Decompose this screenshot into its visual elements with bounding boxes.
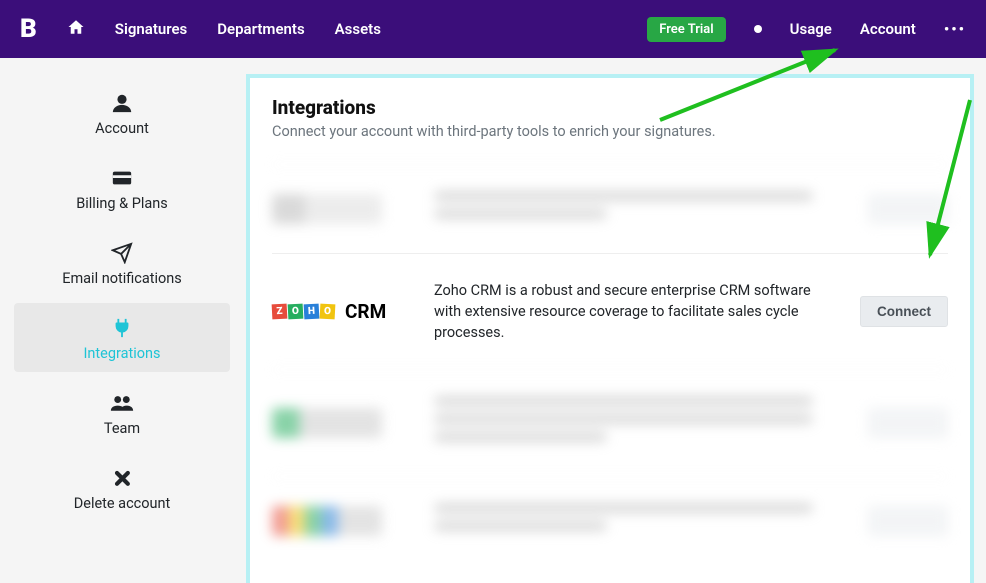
placeholder-logo xyxy=(272,194,382,224)
placeholder-button xyxy=(868,506,948,536)
more-menu-icon[interactable]: ••• xyxy=(944,20,966,38)
content-area: Integrations Connect your account with t… xyxy=(244,58,986,562)
sidebar-item-account[interactable]: Account xyxy=(14,78,230,147)
sidebar-item-team[interactable]: Team xyxy=(14,378,230,447)
status-dot-icon xyxy=(754,25,762,33)
sidebar-item-integrations[interactable]: Integrations xyxy=(14,303,230,372)
user-icon xyxy=(111,90,133,116)
sidebar-item-label: Email notifications xyxy=(62,270,182,287)
nav-departments[interactable]: Departments xyxy=(217,20,304,38)
placeholder-line xyxy=(434,503,813,513)
page-subtitle: Connect your account with third-party to… xyxy=(272,123,948,140)
app-logo: B xyxy=(20,14,37,44)
placeholder-button xyxy=(868,194,948,224)
placeholder-line xyxy=(434,396,813,406)
nav-left-group: Signatures Departments Assets xyxy=(67,18,381,40)
connect-button[interactable]: Connect xyxy=(860,296,948,327)
home-icon[interactable] xyxy=(67,18,85,40)
placeholder-line xyxy=(434,191,813,201)
sidebar-item-label: Team xyxy=(104,420,140,437)
integration-row-zoho: ZOHO CRM Zoho CRM is a robust and secure… xyxy=(272,253,948,369)
placeholder-line xyxy=(434,432,607,442)
nav-assets[interactable]: Assets xyxy=(335,20,381,38)
integration-row-blurred xyxy=(272,369,948,476)
placeholder-button xyxy=(868,408,948,438)
integration-row-blurred xyxy=(272,476,948,565)
placeholder-logo xyxy=(272,506,382,536)
top-navbar: B Signatures Departments Assets Free Tri… xyxy=(0,0,986,58)
nav-signatures[interactable]: Signatures xyxy=(115,20,187,38)
integrations-list: ZOHO CRM Zoho CRM is a robust and secure… xyxy=(272,164,948,565)
paper-plane-icon xyxy=(111,240,133,266)
nav-account[interactable]: Account xyxy=(860,20,916,38)
credit-card-icon xyxy=(111,165,133,191)
zoho-logo-block: ZOHO CRM xyxy=(272,300,412,323)
placeholder-line xyxy=(434,521,607,531)
close-icon xyxy=(112,465,132,491)
nav-right-group: Free Trial Usage Account ••• xyxy=(647,17,966,42)
sidebar-item-label: Account xyxy=(95,120,149,137)
settings-sidebar: Account Billing & Plans Email notificati… xyxy=(0,58,244,562)
nav-usage[interactable]: Usage xyxy=(790,20,832,38)
sidebar-item-label: Billing & Plans xyxy=(76,195,168,212)
placeholder-logo xyxy=(272,408,382,438)
placeholder-line xyxy=(434,414,813,424)
sidebar-item-label: Delete account xyxy=(74,495,171,512)
plug-icon xyxy=(111,315,133,341)
sidebar-item-label: Integrations xyxy=(83,345,160,362)
sidebar-item-delete-account[interactable]: Delete account xyxy=(14,453,230,522)
zoho-icon: ZOHO xyxy=(272,304,335,319)
main-area: Account Billing & Plans Email notificati… xyxy=(0,58,986,562)
integration-name: CRM xyxy=(345,300,386,323)
sidebar-item-email-notifications[interactable]: Email notifications xyxy=(14,228,230,297)
sidebar-item-billing[interactable]: Billing & Plans xyxy=(14,153,230,222)
users-icon xyxy=(110,390,134,416)
page-title: Integrations xyxy=(272,96,948,119)
integration-row-blurred xyxy=(272,164,948,253)
free-trial-badge[interactable]: Free Trial xyxy=(647,17,725,42)
integrations-panel: Integrations Connect your account with t… xyxy=(246,74,974,583)
integration-description: Zoho CRM is a robust and secure enterpri… xyxy=(434,280,838,343)
placeholder-line xyxy=(434,209,607,219)
